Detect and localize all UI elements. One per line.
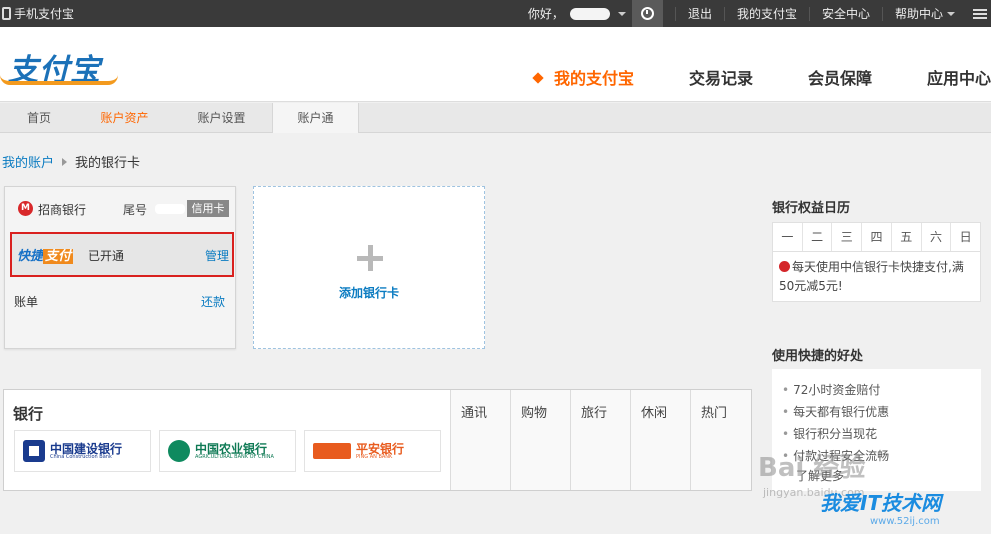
- user-menu-caret-icon[interactable]: [617, 11, 626, 16]
- pingan-bank-logo[interactable]: 平安银行 PING AN BANK: [304, 430, 441, 472]
- calendar-promo[interactable]: 每天使用中信银行卡快捷支付,满50元减5元!: [772, 252, 981, 302]
- phone-icon: [2, 7, 11, 20]
- quickpay-status: 已开通: [88, 249, 125, 263]
- category-telecom[interactable]: 通讯: [450, 390, 511, 490]
- breadcrumb-my-account[interactable]: 我的账户: [2, 152, 54, 171]
- subnav-account-link[interactable]: 账户通: [272, 103, 359, 133]
- subnav-account-settings[interactable]: 账户设置: [171, 103, 272, 133]
- nav-member-protection[interactable]: 会员保障: [808, 65, 872, 89]
- calendar-day-mon[interactable]: 一: [773, 223, 802, 251]
- menu-icon[interactable]: [973, 8, 987, 19]
- abc-logo-icon: [168, 440, 190, 462]
- reminder-button[interactable]: [631, 0, 663, 27]
- card-tail-mask: [155, 204, 185, 214]
- ccb-bank-logo[interactable]: 中国建设银行 China Construction Bank: [14, 430, 151, 472]
- manage-link[interactable]: 管理: [205, 247, 229, 264]
- calendar-day-thu[interactable]: 四: [861, 223, 891, 251]
- site-watermark: 我爱IT技术网: [820, 491, 942, 515]
- add-bank-card-button[interactable]: 添加银行卡: [253, 186, 485, 349]
- subnav-account-assets[interactable]: 账户资产: [78, 103, 171, 133]
- calendar-day-tue[interactable]: 二: [801, 223, 832, 251]
- nav-app-center[interactable]: 应用中心: [927, 65, 991, 89]
- greeting: 你好，: [527, 7, 564, 21]
- calendar-day-fri[interactable]: 五: [890, 223, 921, 251]
- citic-bank-icon: [779, 261, 790, 272]
- benefit-item: 72小时资金赔付: [782, 379, 981, 401]
- quickpay-logo: 快捷 支付: [17, 249, 74, 264]
- card-bank-name: 招商银行: [38, 203, 87, 217]
- quickpay-row: 快捷 支付 已开通 管理: [10, 232, 234, 277]
- logout-link[interactable]: 退出: [674, 6, 724, 21]
- baidu-watermark: Bai 经验: [758, 453, 866, 483]
- breadcrumb-arrow-icon: [62, 157, 68, 166]
- bank-list-title: 银行: [13, 405, 44, 423]
- category-popular[interactable]: 热门: [690, 390, 751, 490]
- alipay-logo[interactable]: 支付宝: [0, 41, 120, 89]
- subnav-home[interactable]: 首页: [0, 103, 78, 133]
- repay-link[interactable]: 还款: [201, 293, 225, 310]
- active-diamond-icon: [532, 72, 544, 84]
- bank-calendar-title: 银行权益日历: [772, 201, 851, 216]
- calendar-day-wed[interactable]: 三: [831, 223, 861, 251]
- ccb-logo-icon: [23, 440, 45, 462]
- benefits-title: 使用快捷的好处: [772, 349, 864, 364]
- help-caret-icon: [947, 12, 955, 16]
- bank-card-panel: M 招商银行 尾号 信用卡 快捷 支付 已开通 管理 账单 还款: [4, 186, 236, 349]
- header: 支付宝 我的支付宝 交易记录 会员保障 应用中心: [0, 27, 991, 102]
- username-mask: [569, 7, 610, 20]
- breadcrumb: 我的账户 我的银行卡: [2, 152, 140, 171]
- benefit-item: 银行积分当现花: [782, 423, 981, 445]
- bank-calendar: 一 二 三 四 五 六 日: [772, 222, 981, 252]
- nav-transactions[interactable]: 交易记录: [689, 65, 753, 89]
- alarm-clock-icon: [640, 7, 654, 20]
- benefit-item: 每天都有银行优惠: [782, 401, 981, 423]
- site-url-watermark: www.52ij.com: [870, 516, 940, 527]
- my-alipay-link[interactable]: 我的支付宝: [723, 6, 809, 21]
- cmb-bank-icon: M: [18, 201, 33, 216]
- category-leisure[interactable]: 休闲: [630, 390, 691, 490]
- sub-nav: 首页 账户资产 账户设置 账户通: [0, 103, 991, 133]
- plus-icon: [357, 245, 383, 271]
- mobile-alipay-link[interactable]: 手机支付宝: [2, 0, 74, 27]
- card-tail-label: 尾号: [123, 203, 148, 217]
- card-type-tag: 信用卡: [187, 200, 229, 217]
- help-center-link[interactable]: 帮助中心: [881, 6, 967, 21]
- calendar-day-sun[interactable]: 日: [950, 223, 980, 251]
- category-travel[interactable]: 旅行: [570, 390, 631, 490]
- breadcrumb-current: 我的银行卡: [75, 156, 141, 171]
- category-shopping[interactable]: 购物: [510, 390, 571, 490]
- bank-list-panel: 银行 中国建设银行 China Construction Bank 中国农业银行 A…: [3, 389, 752, 491]
- nav-my-alipay[interactable]: 我的支付宝: [532, 65, 634, 89]
- mobile-alipay-label: 手机支付宝: [14, 7, 75, 21]
- main-nav: 我的支付宝 交易记录 会员保障 应用中心: [479, 65, 991, 89]
- calendar-day-sat[interactable]: 六: [920, 223, 951, 251]
- add-bank-card-label: 添加银行卡: [338, 286, 399, 300]
- abc-bank-logo[interactable]: 中国农业银行 AGRICULTURAL BANK OF CHINA: [159, 430, 296, 472]
- pingan-logo-icon: [313, 443, 351, 459]
- top-bar: 手机支付宝 你好， 退出 我的支付宝 安全中心 帮助中心: [0, 0, 991, 27]
- security-center-link[interactable]: 安全中心: [808, 6, 882, 21]
- bill-label: 账单: [14, 295, 39, 309]
